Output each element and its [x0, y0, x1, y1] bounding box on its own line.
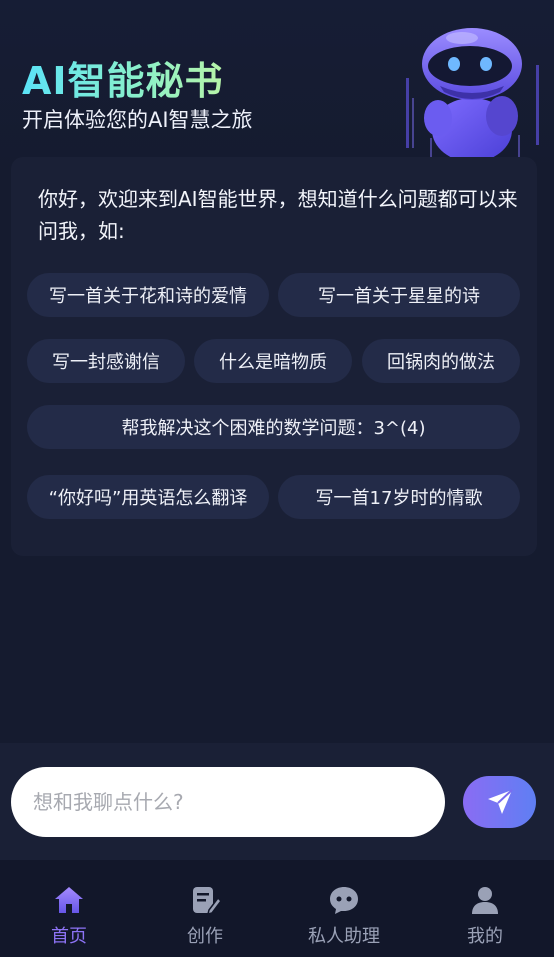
- send-icon: [487, 789, 513, 814]
- robot-mascot-icon: [406, 28, 539, 168]
- tab-assistant[interactable]: 私人助理: [275, 860, 413, 957]
- tab-label: 私人助理: [308, 926, 380, 947]
- tab-create[interactable]: 创作: [136, 860, 274, 957]
- suggestion-chip[interactable]: “你好吗”用英语怎么翻译: [27, 475, 269, 519]
- edit-icon: [193, 887, 221, 916]
- app-subtitle: 开启体验您的AI智慧之旅: [22, 108, 253, 132]
- home-icon: [55, 887, 83, 913]
- suggestion-chip[interactable]: 写一首17岁时的情歌: [278, 475, 520, 519]
- greeting-text: 你好，欢迎来到AI智能世界，想知道什么问题都可以来问我，如:: [38, 187, 518, 243]
- chat-bubble-icon: [330, 887, 358, 914]
- app-screen: AI智能秘书 开启体验您的AI智慧之旅 你好，欢迎来到AI智能世界，想知道什么问…: [0, 0, 554, 957]
- tab-label: 我的: [467, 926, 503, 947]
- welcome-card: 你好，欢迎来到AI智能世界，想知道什么问题都可以来问我，如: 写一首关于花和诗的…: [11, 157, 537, 556]
- tab-label: 首页: [51, 926, 87, 947]
- suggestion-chip[interactable]: 写一首关于花和诗的爱情: [27, 273, 269, 317]
- send-button[interactable]: [463, 776, 536, 828]
- tab-mine[interactable]: 我的: [416, 860, 554, 957]
- header: AI智能秘书 开启体验您的AI智慧之旅: [0, 0, 554, 170]
- suggestion-chip[interactable]: 写一封感谢信: [27, 339, 185, 383]
- suggestion-chip[interactable]: 帮我解决这个困难的数学问题：3^(4): [27, 405, 520, 449]
- message-input[interactable]: [11, 767, 445, 837]
- app-title: AI智能秘书: [22, 50, 224, 105]
- suggestion-chip[interactable]: 回锅肉的做法: [362, 339, 520, 383]
- bottom-tab-bar: 首页 创作 私人助理 我的: [0, 860, 554, 957]
- suggestion-chip[interactable]: 什么是暗物质: [194, 339, 352, 383]
- suggestion-chip[interactable]: 写一首关于星星的诗: [278, 273, 520, 317]
- tab-home[interactable]: 首页: [0, 860, 138, 957]
- tab-label: 创作: [187, 926, 223, 947]
- message-input-bar: [0, 743, 554, 860]
- user-icon: [472, 887, 498, 914]
